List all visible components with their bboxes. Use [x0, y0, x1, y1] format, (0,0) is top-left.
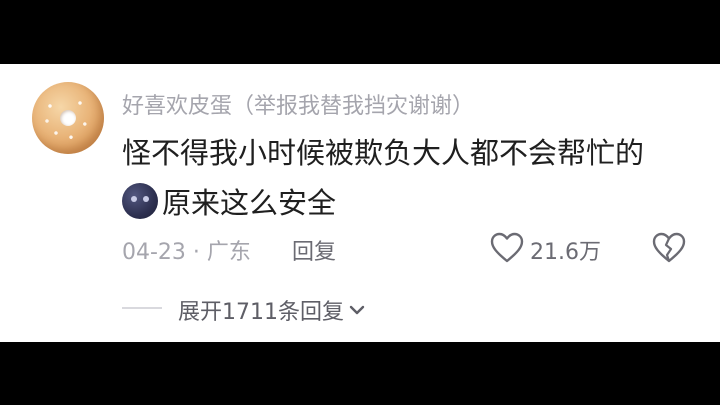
broken-heart-icon[interactable]: [652, 232, 686, 264]
expand-replies-button[interactable]: 展开1711条回复: [178, 294, 366, 326]
avatar[interactable]: [32, 82, 104, 154]
comment-date-location: 04-23 · 广东: [122, 240, 251, 265]
reply-button[interactable]: 回复: [292, 234, 336, 266]
comment-text-line2-row: 原来这么安全: [122, 180, 336, 222]
comment-username[interactable]: 好喜欢皮蛋（举报我替我挡灾谢谢）: [122, 88, 474, 120]
chevron-down-icon: [349, 305, 365, 315]
heart-icon[interactable]: [490, 232, 524, 264]
like-count: 21.6万: [530, 240, 601, 265]
moon-face-icon: [122, 183, 158, 219]
expand-replies-label: 展开1711条回复: [178, 300, 344, 325]
avatar-donut-hole: [60, 110, 76, 126]
comment-text-line1: 怪不得我小时候被欺负大人都不会帮忙的: [122, 136, 645, 170]
comment-text-line2: 原来这么安全: [162, 186, 337, 220]
replies-divider: [122, 307, 162, 309]
